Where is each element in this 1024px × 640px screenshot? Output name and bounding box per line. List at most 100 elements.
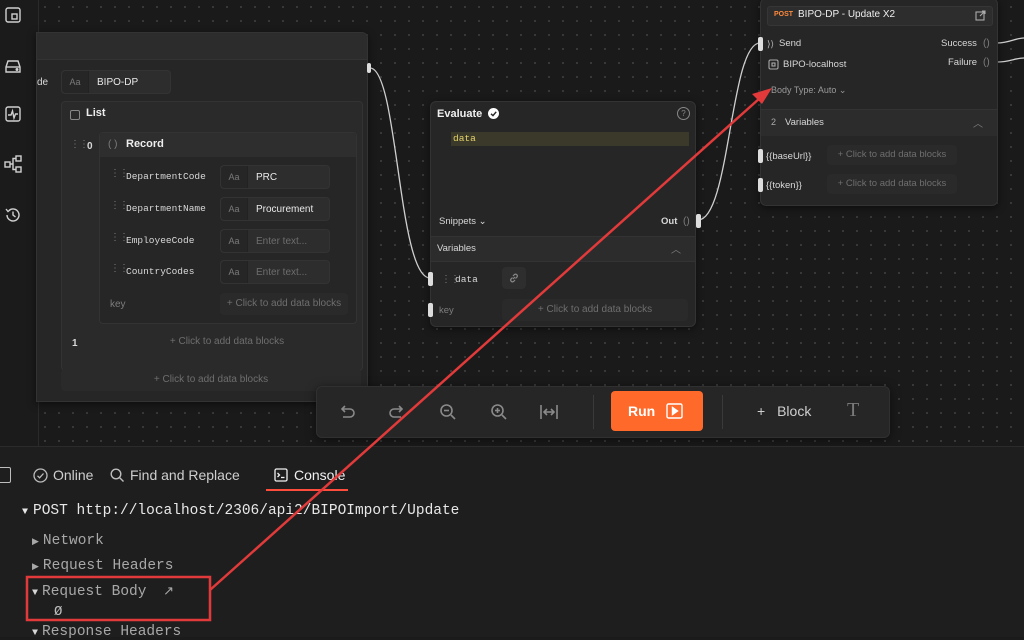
list-title: List	[86, 107, 106, 119]
check-circle-icon	[33, 468, 48, 483]
wifi-icon: ⟩⟩	[767, 39, 775, 49]
open-external-icon[interactable]	[975, 10, 986, 21]
variable-name: {{token}}	[766, 180, 802, 191]
drag-handle-icon[interactable]: ⋮⋮	[70, 140, 89, 150]
connection-list-evaluate	[369, 67, 431, 279]
out-port[interactable]	[696, 214, 701, 228]
evaluate-title: Evaluate	[437, 108, 483, 120]
request-variables-header[interactable]: 2 Variables ︿	[761, 109, 997, 136]
text-type-icon: Aa	[62, 71, 89, 93]
node-name-field[interactable]: Aa BIPO-DP	[61, 70, 171, 94]
run-button[interactable]: Run	[611, 391, 703, 431]
help-icon[interactable]: ?	[677, 107, 690, 120]
add-data-block-button[interactable]: + Click to add data blocks	[99, 331, 355, 353]
text-tool-icon[interactable]: T	[847, 399, 859, 422]
code-editor[interactable]: data	[451, 132, 689, 146]
record-title: Record	[126, 138, 164, 150]
run-label: Run	[628, 403, 656, 419]
variable-input-port[interactable]	[428, 272, 433, 286]
text-type-icon: Aa	[221, 230, 248, 252]
field-value[interactable]: Aa Enter text...	[220, 260, 330, 284]
connection-failure-out	[996, 57, 1024, 63]
caret-down-icon: ▼	[32, 628, 39, 639]
canvas-toolbar: Run + Block T	[316, 386, 890, 438]
body-type-label: Body Type: Auto	[771, 85, 837, 95]
connection-success-out	[996, 37, 1024, 44]
node-field-label: de	[37, 77, 49, 88]
failure-port-icon: ()	[983, 57, 990, 68]
output-port[interactable]	[367, 63, 371, 73]
add-data-block-button[interactable]: + Click to add data blocks	[827, 145, 957, 165]
success-port-icon: ()	[983, 38, 990, 49]
fit-width-button[interactable]	[539, 402, 559, 425]
evaluate-node[interactable]: Evaluate ? data Snippets ⌄ Out () Variab…	[428, 101, 701, 327]
tab-online[interactable]: Online	[33, 467, 93, 483]
key-placeholder[interactable]: key	[110, 299, 126, 310]
connection-evaluate-request	[697, 42, 761, 221]
success-label: Success	[941, 38, 977, 49]
panel-toggle-icon[interactable]	[0, 467, 11, 483]
caret-right-icon: ▶	[32, 562, 39, 572]
variable-input-port[interactable]	[758, 149, 763, 163]
request-headers-section[interactable]: ▶ Request Headers	[32, 558, 173, 574]
zoom-in-button[interactable]	[489, 402, 509, 425]
request-body-label: Request Body	[42, 584, 147, 600]
variable-name: data	[455, 274, 478, 285]
add-block-button[interactable]: + Block	[757, 403, 811, 419]
active-tab-underline	[266, 489, 348, 491]
link-icon	[510, 273, 518, 283]
chevron-up-icon: ︿	[973, 119, 983, 130]
field-key: EmployeeCode	[126, 235, 195, 246]
response-headers-section[interactable]: ▼ Response Headers	[32, 624, 181, 640]
variables-header[interactable]: Variables ︿	[431, 236, 695, 262]
tab-console[interactable]: Console	[274, 467, 345, 483]
snippets-dropdown[interactable]: Snippets ⌄	[439, 216, 487, 227]
request-title: BIPO-DP - Update X2	[798, 9, 896, 20]
tab-find-replace[interactable]: Find and Replace	[110, 467, 240, 483]
field-value-text: PRC	[256, 171, 278, 183]
redo-button[interactable]	[387, 402, 407, 425]
add-data-block-button[interactable]: + Click to add data blocks	[827, 174, 957, 194]
variables-title: Variables	[437, 243, 476, 254]
environment-name[interactable]: BIPO-localhost	[783, 59, 846, 70]
add-data-block-button[interactable]: + Click to add data blocks	[502, 299, 688, 321]
field-value-text: Procurement	[256, 203, 314, 215]
body-type-dropdown[interactable]: Body Type: Auto ⌄	[771, 85, 846, 96]
variable-input-port[interactable]	[758, 178, 763, 192]
open-external-icon[interactable]: ↗	[163, 584, 174, 599]
zoom-out-button[interactable]	[438, 402, 458, 425]
bottom-panel: Online Find and Replace Console ▼ POST ht…	[0, 446, 1024, 640]
key-input-port[interactable]	[428, 303, 433, 317]
field-value[interactable]: Aa Procurement	[220, 197, 330, 221]
network-section[interactable]: ▶ Network	[32, 533, 104, 549]
code-text: data	[453, 133, 476, 144]
link-button[interactable]	[502, 267, 526, 289]
failure-label: Failure	[948, 57, 978, 68]
undo-button[interactable]	[337, 402, 357, 425]
redo-icon	[389, 405, 404, 418]
out-port-icon: ()	[683, 216, 690, 227]
request-log-entry[interactable]: ▼ POST http://localhost/2306/api2/BIPOImp…	[22, 503, 459, 519]
network-label: Network	[42, 533, 104, 549]
send-input-port[interactable]	[758, 37, 763, 51]
request-node[interactable]: POST BIPO-DP - Update X2 ⟩⟩ Send Success…	[758, 0, 998, 206]
key-placeholder[interactable]: key	[439, 305, 454, 316]
variable-name: {{baseUrl}}	[766, 151, 812, 162]
add-block-label: Block	[777, 403, 812, 419]
list-icon	[70, 110, 80, 120]
toolbar-divider	[593, 395, 594, 429]
request-line: POST http://localhost/2306/api2/BIPOImpo…	[33, 503, 460, 519]
record-block: ( ) Record ⋮⋮ DepartmentCode Aa PRC ⋮⋮ D…	[99, 132, 357, 324]
check-icon	[488, 108, 499, 119]
record-icon: ( )	[108, 139, 118, 150]
field-value[interactable]: Aa Enter text...	[220, 229, 330, 253]
tab-online-label: Online	[53, 467, 94, 483]
request-body-section[interactable]: ▼ Request Body ↗	[32, 584, 174, 600]
play-icon	[666, 403, 683, 419]
list-node[interactable]: de Aa BIPO-DP List ⋮⋮ 0 ( ) Record ⋮⋮ De…	[36, 32, 371, 402]
add-data-block-button[interactable]: + Click to add data blocks	[220, 293, 348, 315]
request-title-bar[interactable]: POST BIPO-DP - Update X2	[767, 6, 993, 26]
response-headers-label: Response Headers	[42, 624, 182, 640]
plus-icon: +	[757, 403, 766, 419]
field-value[interactable]: Aa PRC	[220, 165, 330, 189]
